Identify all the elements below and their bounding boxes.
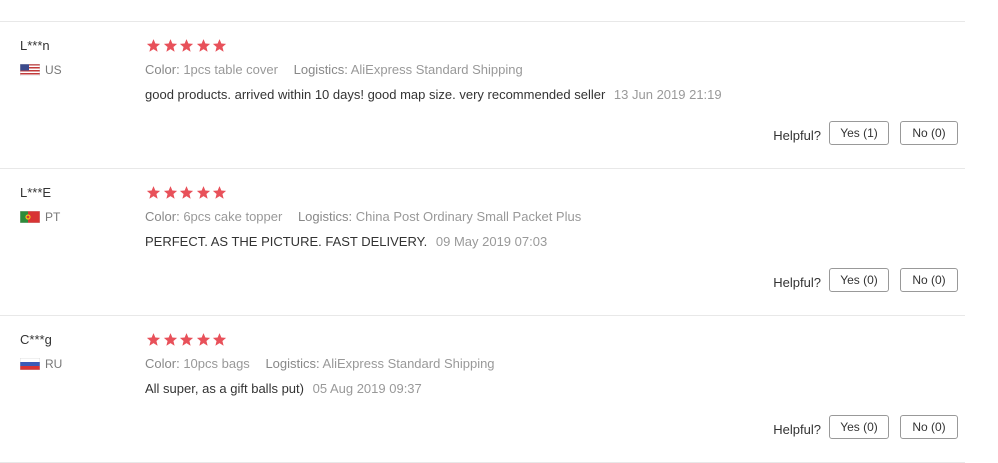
review-text: All super, as a gift balls put) <box>145 381 304 396</box>
helpful-label: Helpful? <box>773 274 821 290</box>
logistics-label: Logistics: <box>297 209 353 224</box>
color-value: 10pcs bags <box>183 356 250 371</box>
review-text-row: All super, as a gift balls put) 05 Aug 2… <box>145 381 422 397</box>
star-icon <box>212 38 227 53</box>
star-icon <box>163 332 178 347</box>
helpful-vote: Helpful? Yes (0) No (0) <box>773 267 958 293</box>
review-text-row: good products. arrived within 10 days! g… <box>145 87 722 103</box>
reviewer-country: US <box>20 63 62 77</box>
star-icon <box>212 332 227 347</box>
color-value: 1pcs table cover <box>183 62 278 77</box>
pt-flag-icon <box>20 211 40 223</box>
star-icon <box>179 185 194 200</box>
color-label: Color: <box>145 209 180 224</box>
logistics-value: China Post Ordinary Small Packet Plus <box>355 209 582 224</box>
logistics-label: Logistics: <box>293 62 348 77</box>
star-icon <box>212 185 227 200</box>
review-item: L***n US Color: 1pcs table cover Logisti… <box>0 22 965 168</box>
vote-yes-button[interactable]: Yes (0) <box>829 268 889 292</box>
us-flag-icon <box>20 64 40 76</box>
star-icon <box>146 38 161 53</box>
reviewer-country: RU <box>20 357 62 371</box>
review-list: L***n US Color: 1pcs table cover Logisti… <box>0 0 998 463</box>
star-rating <box>146 38 229 53</box>
star-icon <box>196 185 211 200</box>
star-icon <box>163 185 178 200</box>
review-text: good products. arrived within 10 days! g… <box>145 87 606 102</box>
logistics-value: AliExpress Standard Shipping <box>322 356 495 371</box>
helpful-vote: Helpful? Yes (0) No (0) <box>773 414 958 440</box>
review-item: L***E PT Color: 6pcs cake topper Logisti… <box>0 169 965 315</box>
helpful-label: Helpful? <box>773 421 821 437</box>
star-rating <box>146 185 229 200</box>
reviewer-name: L***n <box>20 38 50 53</box>
review-text: PERFECT. AS THE PICTURE. FAST DELIVERY. <box>145 234 428 249</box>
vote-no-button[interactable]: No (0) <box>900 268 958 292</box>
star-icon <box>146 332 161 347</box>
country-code: RU <box>45 357 63 371</box>
reviewer-country: PT <box>20 210 60 224</box>
star-icon <box>163 38 178 53</box>
logistics-value: AliExpress Standard Shipping <box>350 62 523 77</box>
star-rating <box>146 332 229 347</box>
helpful-vote: Helpful? Yes (1) No (0) <box>773 120 958 146</box>
star-icon <box>179 38 194 53</box>
logistics-label: Logistics: <box>265 356 320 371</box>
ru-flag-icon <box>20 358 40 370</box>
vote-yes-button[interactable]: Yes (1) <box>829 121 889 145</box>
review-date: 09 May 2019 07:03 <box>435 234 548 249</box>
star-icon <box>146 185 161 200</box>
vote-no-button[interactable]: No (0) <box>900 415 958 439</box>
vote-no-button[interactable]: No (0) <box>900 121 958 145</box>
color-value: 6pcs cake topper <box>183 209 283 224</box>
review-text-row: PERFECT. AS THE PICTURE. FAST DELIVERY. … <box>145 234 547 250</box>
star-icon <box>196 332 211 347</box>
reviewer-name: C***g <box>20 332 52 347</box>
order-info: Color: 1pcs table cover Logistics: AliEx… <box>145 62 523 78</box>
helpful-label: Helpful? <box>773 127 821 143</box>
review-date: 05 Aug 2019 09:37 <box>312 381 422 396</box>
star-icon <box>196 38 211 53</box>
vote-yes-button[interactable]: Yes (0) <box>829 415 889 439</box>
star-icon <box>179 332 194 347</box>
country-code: PT <box>45 210 61 224</box>
order-info: Color: 6pcs cake topper Logistics: China… <box>145 209 581 225</box>
color-label: Color: <box>145 356 180 371</box>
review-date: 13 Jun 2019 21:19 <box>613 87 722 102</box>
country-code: US <box>45 63 62 77</box>
color-label: Color: <box>145 62 180 77</box>
reviewer-name: L***E <box>20 185 52 200</box>
review-item: C***g RU Color: 10pcs bags Logistics: Al… <box>0 316 965 462</box>
order-info: Color: 10pcs bags Logistics: AliExpress … <box>145 356 495 372</box>
